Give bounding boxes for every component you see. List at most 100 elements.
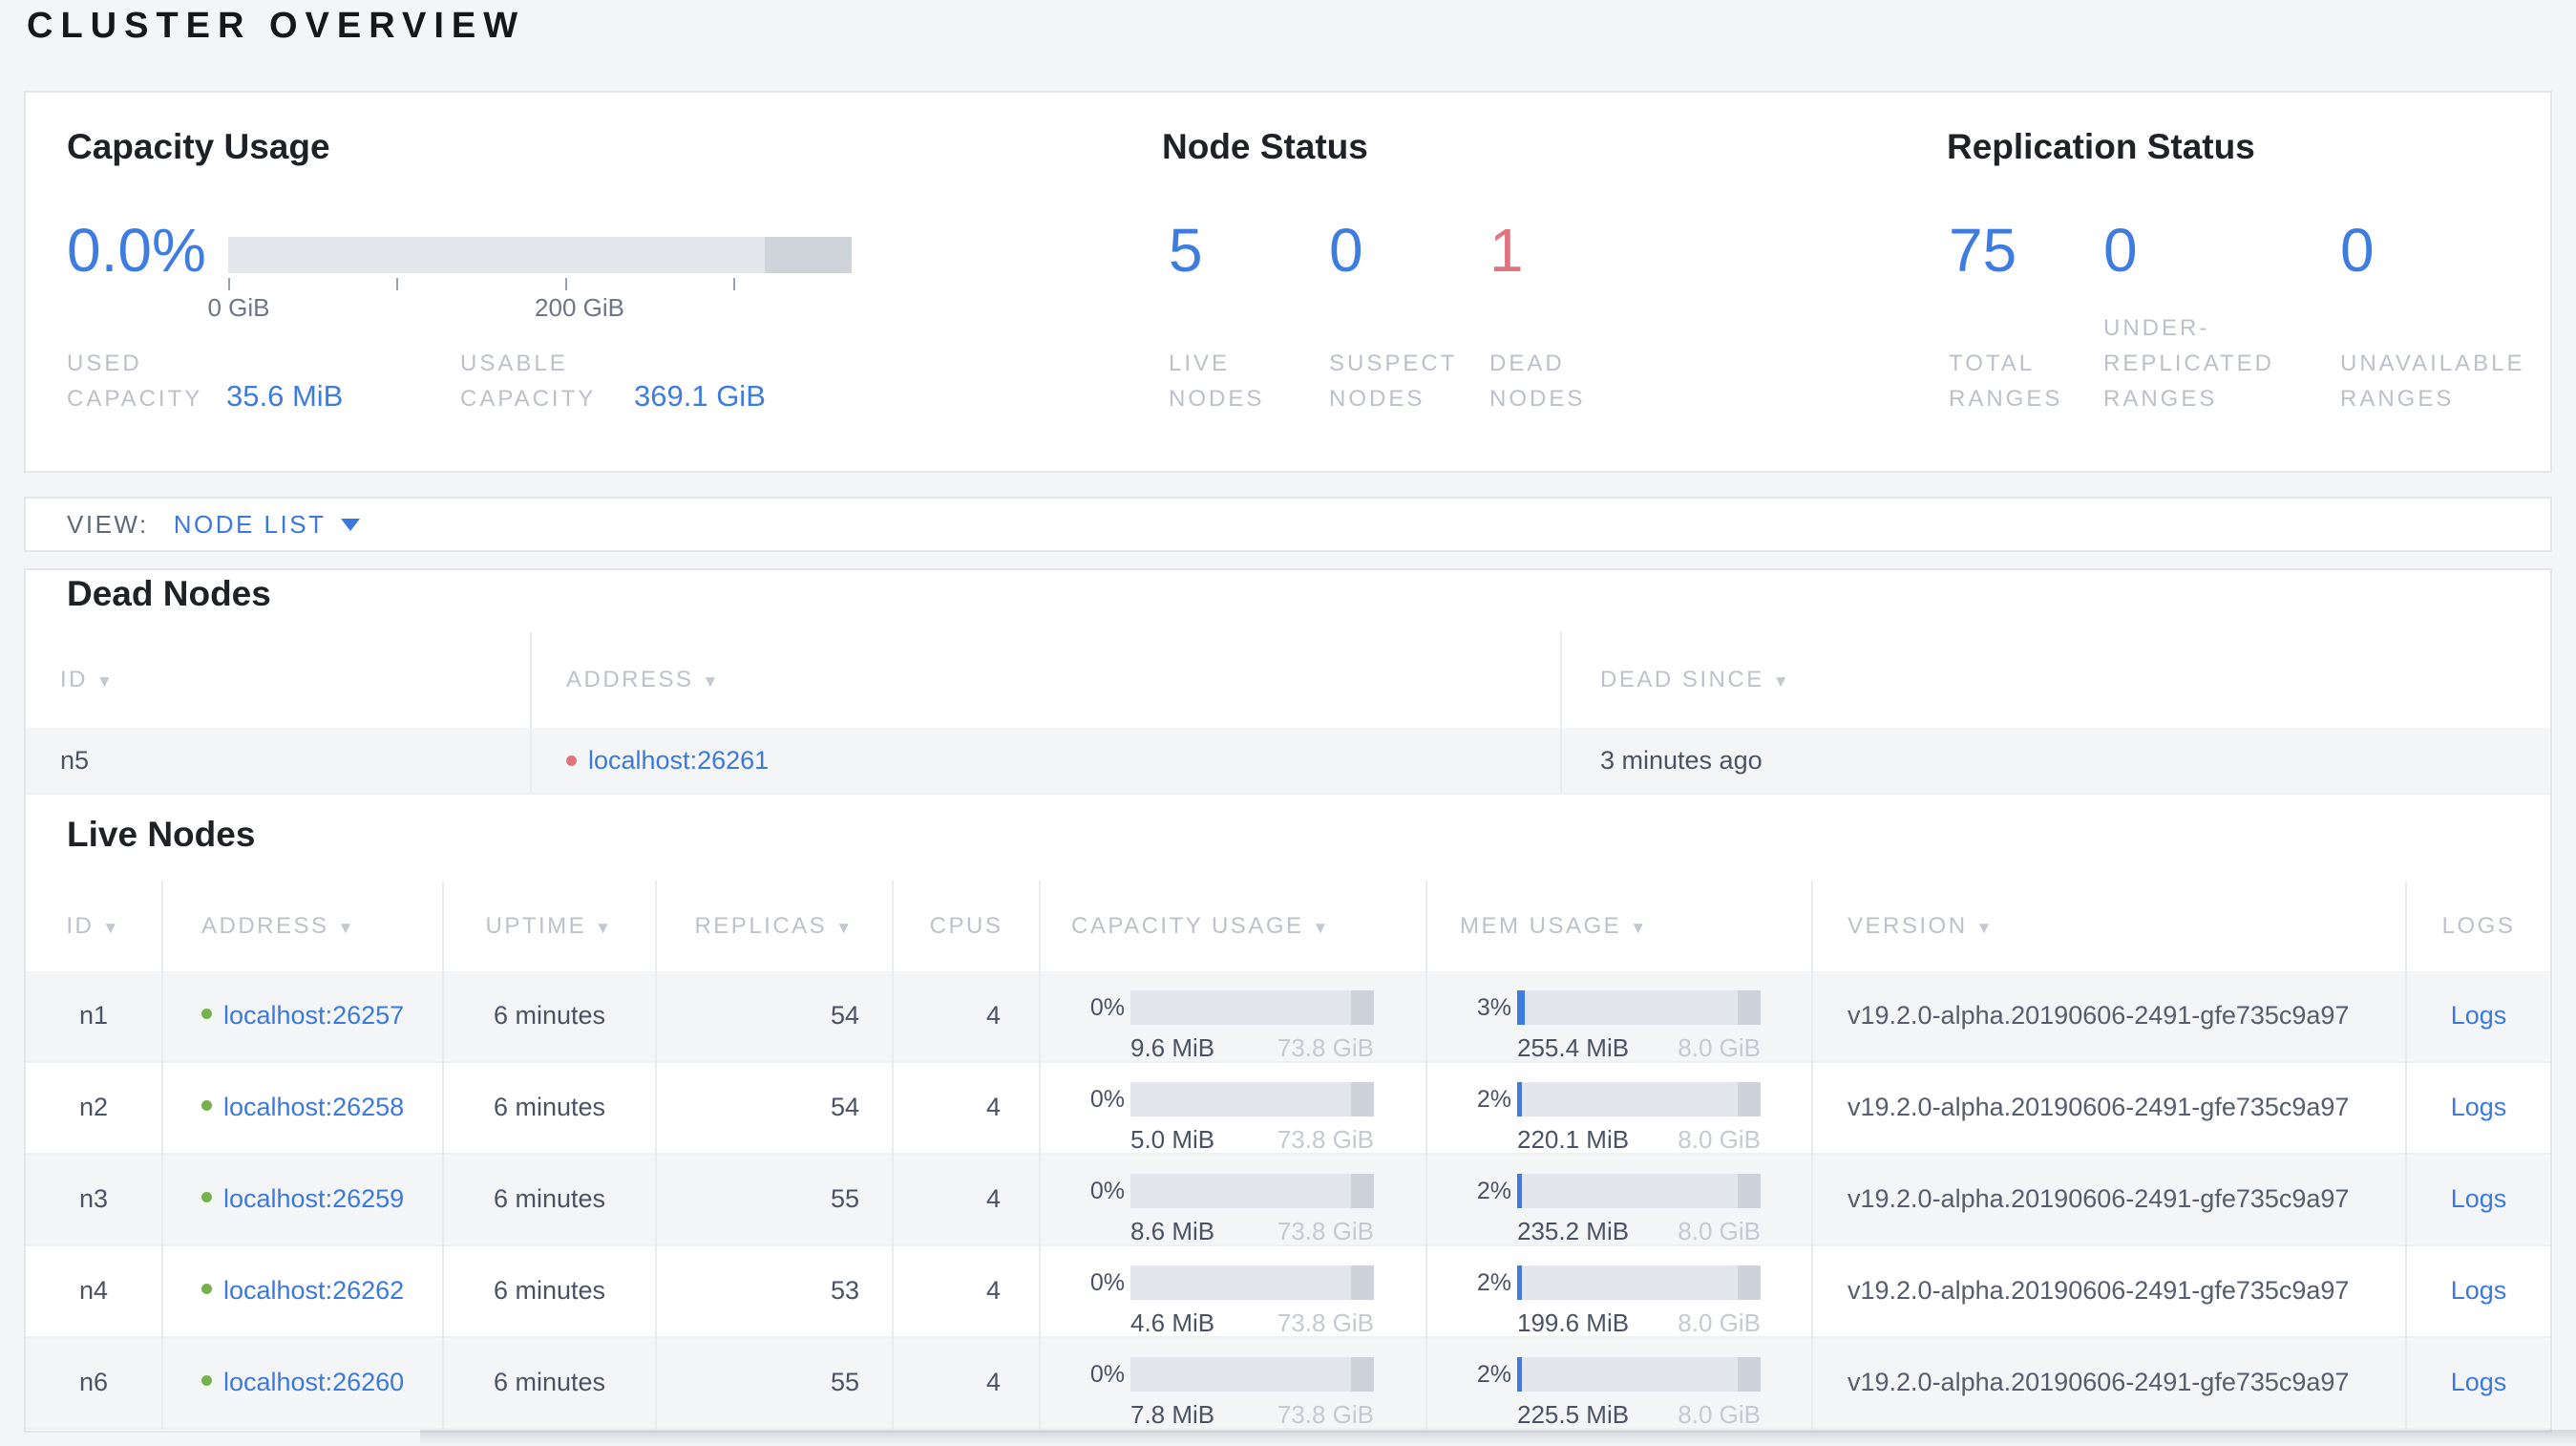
view-mode-selected: NODE LIST bbox=[173, 509, 327, 539]
logs-cell: Logs bbox=[2407, 971, 2550, 1063]
live-nodes-label: LIVE NODES bbox=[1169, 351, 1265, 412]
dead-nodes-label: DEAD NODES bbox=[1489, 351, 1586, 412]
mem-total-value: 8.0 GiB bbox=[1678, 1217, 1761, 1245]
column-header-uptime[interactable]: UPTIME bbox=[444, 881, 657, 971]
sort-arrow-icon bbox=[329, 913, 356, 940]
mem-bar-fill bbox=[1517, 1357, 1523, 1392]
unavailable-ranges-count: 0 bbox=[2340, 216, 2375, 285]
live-status-dot-icon bbox=[201, 1375, 212, 1386]
column-header-dead-since[interactable]: DEAD SINCE bbox=[1562, 632, 2550, 728]
node-address-link[interactable]: localhost:26257 bbox=[223, 1001, 404, 1031]
logs-link[interactable]: Logs bbox=[2451, 1368, 2507, 1397]
under-replicated-ranges-label: UNDER- REPLICATED RANGES bbox=[2103, 315, 2274, 412]
capacity-usage-bar bbox=[1130, 990, 1374, 1025]
dead-nodes-table: ID ADDRESS DEAD SINCE n5 localhost:26261… bbox=[26, 632, 2550, 795]
suspect-nodes-label: SUSPECT NODES bbox=[1329, 351, 1458, 412]
mem-usage-bar bbox=[1517, 990, 1761, 1025]
live-nodes-count: 5 bbox=[1169, 216, 1203, 285]
mem-bar-fill bbox=[1517, 1174, 1523, 1208]
uptime-cell: 6 minutes bbox=[444, 1063, 657, 1155]
replicas-cell: 55 bbox=[657, 1155, 894, 1246]
mem-used-value: 255.4 MiB bbox=[1517, 1033, 1630, 1062]
node-address-cell: localhost:26257 bbox=[163, 971, 444, 1063]
mem-usage-cell: 2% 235.2 MiB 8.0 GiB bbox=[1427, 1155, 1813, 1246]
column-header-replicas[interactable]: REPLICAS bbox=[657, 881, 894, 971]
uptime-cell: 6 minutes bbox=[444, 1246, 657, 1338]
dead-nodes-heading: Dead Nodes bbox=[67, 574, 271, 613]
node-address-link[interactable]: localhost:26261 bbox=[588, 746, 769, 776]
node-id-cell: n5 bbox=[26, 728, 532, 793]
version-cell: v19.2.0-alpha.20190606-2491-gfe735c9a97 bbox=[1813, 1155, 2407, 1246]
mem-usage-cell: 2% 220.1 MiB 8.0 GiB bbox=[1427, 1063, 1813, 1155]
capacity-percent-label: 0% bbox=[1089, 1360, 1125, 1388]
mem-usage-bar bbox=[1517, 1174, 1761, 1208]
view-label: VIEW: bbox=[67, 509, 149, 539]
node-address-cell: localhost:26260 bbox=[163, 1338, 444, 1430]
mem-percent-label: 2% bbox=[1476, 1360, 1511, 1388]
dead-since-cell: 3 minutes ago bbox=[1600, 745, 1763, 775]
capacity-total-value: 73.8 GiB bbox=[1277, 1400, 1374, 1429]
column-header-address[interactable]: ADDRESS bbox=[163, 881, 444, 971]
suspect-nodes-count: 0 bbox=[1329, 216, 1363, 285]
capacity-usage-bar bbox=[1130, 1357, 1374, 1392]
version-cell: v19.2.0-alpha.20190606-2491-gfe735c9a97 bbox=[1813, 971, 2407, 1063]
column-header-version[interactable]: VERSION bbox=[1813, 881, 2407, 971]
mem-bar-fill bbox=[1517, 1265, 1523, 1300]
logs-link[interactable]: Logs bbox=[2451, 1184, 2507, 1214]
mem-usage-cell: 2% 199.6 MiB 8.0 GiB bbox=[1427, 1246, 1813, 1338]
cpus-cell: 4 bbox=[894, 1246, 1041, 1338]
node-address-link[interactable]: localhost:26260 bbox=[223, 1368, 404, 1397]
column-header-mem-usage[interactable]: MEM USAGE bbox=[1427, 881, 1813, 971]
sort-arrow-icon bbox=[1621, 913, 1648, 940]
capacity-usage-cell: 0% 7.8 MiB 73.8 GiB bbox=[1041, 1338, 1427, 1430]
logs-link[interactable]: Logs bbox=[2451, 1276, 2507, 1306]
logs-cell: Logs bbox=[2407, 1246, 2550, 1338]
dead-nodes-table-header: ID ADDRESS DEAD SINCE bbox=[26, 632, 2550, 728]
capacity-usage-bar bbox=[1130, 1174, 1374, 1208]
capacity-percent: 0.0% bbox=[67, 216, 206, 285]
table-row: n6 localhost:26260 6 minutes 55 4 0% 7.8… bbox=[26, 1338, 2550, 1430]
column-header-id[interactable]: ID bbox=[26, 881, 163, 971]
live-status-dot-icon bbox=[201, 1100, 212, 1111]
node-address-link[interactable]: localhost:26262 bbox=[223, 1276, 404, 1306]
capacity-used-value: 5.0 MiB bbox=[1130, 1125, 1215, 1154]
capacity-total-value: 73.8 GiB bbox=[1277, 1308, 1374, 1337]
nodes-card: Dead Nodes ID ADDRESS DEAD SINCE n5 loca… bbox=[24, 568, 2552, 1433]
capacity-total-value: 73.8 GiB bbox=[1277, 1125, 1374, 1154]
node-id-cell: n1 bbox=[26, 971, 163, 1063]
mem-used-value: 235.2 MiB bbox=[1517, 1217, 1630, 1245]
view-mode-dropdown[interactable]: NODE LIST bbox=[174, 510, 361, 540]
logs-cell: Logs bbox=[2407, 1338, 2550, 1430]
column-header-capacity-usage[interactable]: CAPACITY USAGE bbox=[1041, 881, 1427, 971]
cpus-cell: 4 bbox=[894, 1063, 1041, 1155]
sort-arrow-icon bbox=[1968, 913, 1995, 940]
node-address-link[interactable]: localhost:26259 bbox=[223, 1184, 404, 1214]
capacity-usage-cell: 0% 4.6 MiB 73.8 GiB bbox=[1041, 1246, 1427, 1338]
column-header-id[interactable]: ID bbox=[26, 632, 532, 728]
capacity-bar bbox=[228, 237, 853, 273]
capacity-used-value: 7.8 MiB bbox=[1130, 1400, 1215, 1429]
dropdown-arrow-icon bbox=[341, 518, 361, 531]
capacity-used-value: 8.6 MiB bbox=[1130, 1217, 1215, 1245]
usable-capacity-label: USABLE CAPACITY bbox=[460, 351, 597, 412]
mem-percent-label: 3% bbox=[1476, 993, 1511, 1021]
logs-link[interactable]: Logs bbox=[2451, 1001, 2507, 1031]
logs-link[interactable]: Logs bbox=[2451, 1093, 2507, 1122]
axis-tick-label: 0 GiB bbox=[207, 293, 270, 322]
column-header-address[interactable]: ADDRESS bbox=[532, 632, 1562, 728]
replicas-cell: 54 bbox=[657, 1063, 894, 1155]
mem-used-value: 199.6 MiB bbox=[1517, 1308, 1630, 1337]
sort-arrow-icon bbox=[88, 667, 115, 693]
used-capacity-label: USED CAPACITY bbox=[67, 351, 203, 412]
live-status-dot-icon bbox=[201, 1009, 212, 1019]
table-row: n3 localhost:26259 6 minutes 55 4 0% 8.6… bbox=[26, 1155, 2550, 1246]
node-address-link[interactable]: localhost:26258 bbox=[223, 1093, 404, 1122]
uptime-cell: 6 minutes bbox=[444, 1155, 657, 1246]
sort-arrow-icon bbox=[694, 667, 721, 693]
mem-total-value: 8.0 GiB bbox=[1678, 1308, 1761, 1337]
view-bar: VIEW: NODE LIST bbox=[24, 497, 2552, 552]
replicas-cell: 54 bbox=[657, 971, 894, 1063]
axis-tick-label: 200 GiB bbox=[535, 293, 624, 322]
capacity-usage-cell: 0% 5.0 MiB 73.8 GiB bbox=[1041, 1063, 1427, 1155]
column-header-cpus: CPUS bbox=[894, 881, 1041, 971]
